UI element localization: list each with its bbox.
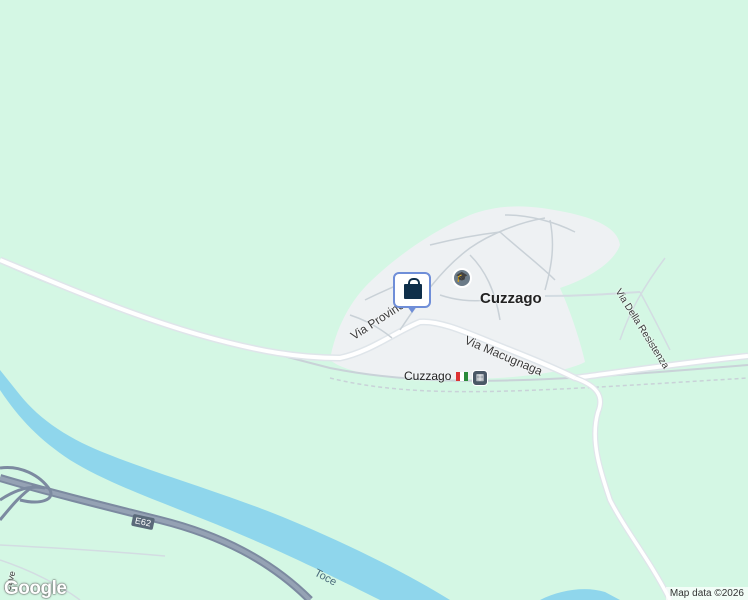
map-attribution[interactable]: Map data ©2026 bbox=[665, 587, 748, 600]
town-label[interactable]: Cuzzago bbox=[480, 290, 542, 307]
station-label[interactable]: Cuzzago bbox=[404, 369, 451, 383]
pin-pointer bbox=[407, 306, 417, 313]
google-logo[interactable]: Google bbox=[4, 578, 67, 600]
train-station-icon[interactable]: ▦ bbox=[472, 370, 488, 386]
station-flag-icon bbox=[456, 372, 468, 381]
shopping-pin[interactable] bbox=[393, 272, 431, 308]
shopping-bag-icon bbox=[404, 278, 422, 299]
graduation-cap-icon[interactable]: 🎓 bbox=[452, 268, 472, 288]
map-canvas[interactable] bbox=[0, 0, 748, 600]
